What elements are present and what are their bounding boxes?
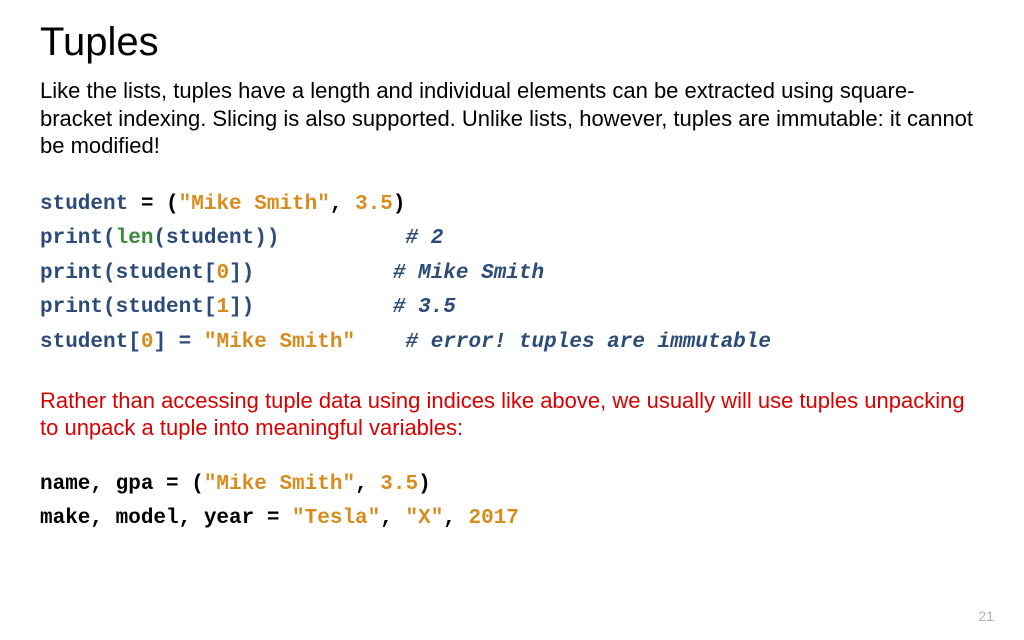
code-token: 2017 — [469, 507, 519, 530]
code-token: "Mike Smith" — [179, 193, 330, 216]
mid-paragraph: Rather than accessing tuple data using i… — [40, 387, 984, 442]
code-token: 3.5 — [355, 193, 393, 216]
slide-title: Tuples — [40, 20, 984, 65]
code-block-1: student = ("Mike Smith", 3.5) print(len(… — [40, 188, 984, 361]
code-token: ) — [418, 473, 431, 496]
code-token: "Tesla" — [292, 507, 380, 530]
code-token: print( — [40, 296, 116, 319]
code-token — [355, 331, 405, 354]
code-token: , — [443, 507, 468, 530]
code-token: 1 — [216, 296, 229, 319]
code-token: ]) — [229, 262, 393, 285]
code-token: student — [116, 262, 204, 285]
code-token: make, model, year = — [40, 507, 292, 530]
code-comment: # 3.5 — [393, 296, 456, 319]
code-token: , — [380, 507, 405, 530]
code-line: print(student[1]) # 3.5 — [40, 291, 984, 326]
code-line: name, gpa = ("Mike Smith", 3.5) — [40, 468, 984, 503]
code-token: len — [116, 227, 154, 250]
code-comment: # error! tuples are immutable — [406, 331, 771, 354]
code-token: [ — [128, 331, 141, 354]
code-comment: # 2 — [406, 227, 444, 250]
code-block-2: name, gpa = ("Mike Smith", 3.5) make, mo… — [40, 468, 984, 537]
page-number: 21 — [978, 608, 994, 624]
code-token: "Mike Smith" — [204, 473, 355, 496]
code-token: 3.5 — [380, 473, 418, 496]
code-line: student = ("Mike Smith", 3.5) — [40, 188, 984, 223]
code-token: student — [116, 296, 204, 319]
code-token: [ — [204, 296, 217, 319]
code-token: 0 — [141, 331, 154, 354]
code-token: = ( — [141, 193, 179, 216]
code-token: ( — [153, 227, 166, 250]
code-line: print(len(student)) # 2 — [40, 222, 984, 257]
code-token: print( — [40, 262, 116, 285]
code-token: )) — [254, 227, 405, 250]
code-line: student[0] = "Mike Smith" # error! tuple… — [40, 326, 984, 361]
code-token: , — [330, 193, 355, 216]
code-token: name, gpa = ( — [40, 473, 204, 496]
code-token: ) — [393, 193, 406, 216]
code-token: "Mike Smith" — [204, 331, 355, 354]
code-token: ]) — [229, 296, 393, 319]
code-token: student — [40, 193, 141, 216]
code-token: 0 — [216, 262, 229, 285]
intro-paragraph: Like the lists, tuples have a length and… — [40, 77, 984, 160]
code-token: , — [355, 473, 380, 496]
code-line: print(student[0]) # Mike Smith — [40, 257, 984, 292]
code-token: "X" — [405, 507, 443, 530]
code-token: [ — [204, 262, 217, 285]
code-line: make, model, year = "Tesla", "X", 2017 — [40, 502, 984, 537]
code-comment: # Mike Smith — [393, 262, 544, 285]
code-token: student — [40, 331, 128, 354]
code-token: student — [166, 227, 254, 250]
code-token: print( — [40, 227, 116, 250]
code-token: ] = — [153, 331, 203, 354]
